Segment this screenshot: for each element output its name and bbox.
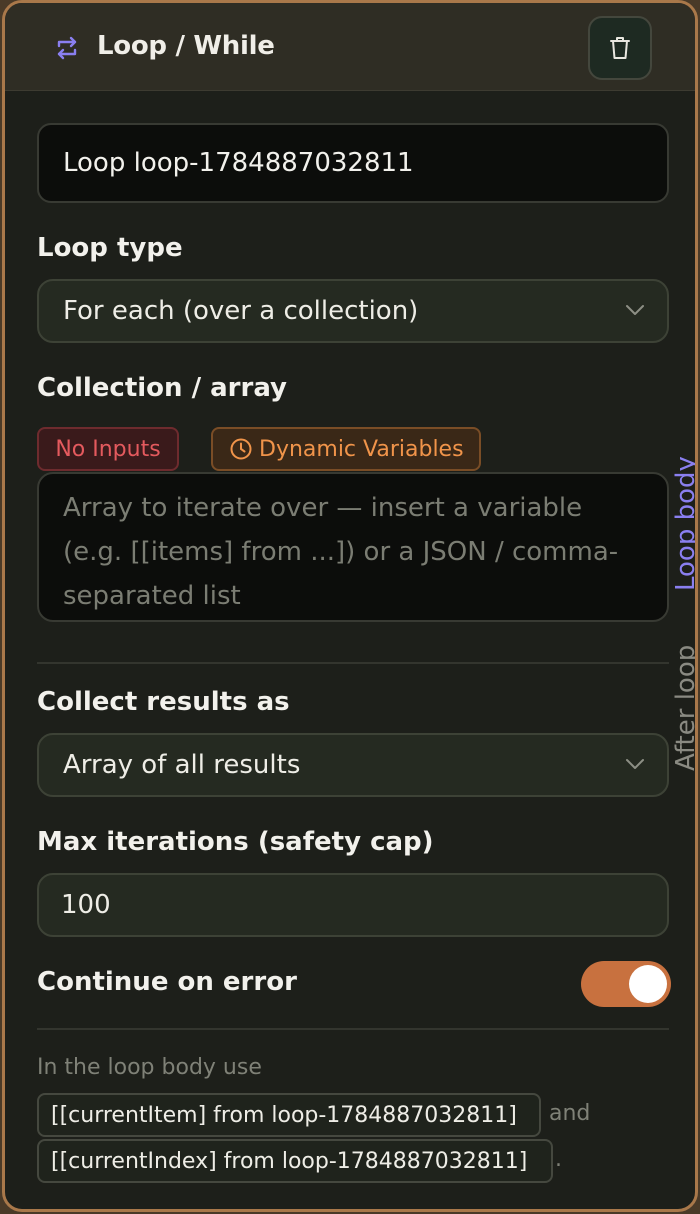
chevron-down-icon xyxy=(626,759,644,769)
collect-results-select[interactable]: Array of all results xyxy=(37,733,669,797)
loop-body-hint: In the loop body use xyxy=(37,1055,262,1080)
tab-after-loop[interactable]: After loop xyxy=(671,637,695,771)
chevron-down-icon xyxy=(626,305,644,315)
loop-type-select[interactable]: For each (over a collection) xyxy=(37,279,669,343)
collect-results-value: Array of all results xyxy=(63,750,301,780)
hint-and-text: and xyxy=(549,1101,591,1126)
loop-type-label: Loop type xyxy=(37,233,183,263)
loop-arrows-icon xyxy=(57,36,77,60)
tab-loop-body[interactable]: Loop body xyxy=(671,449,695,591)
node-name-input[interactable]: Loop loop-1784887032811 xyxy=(37,123,669,203)
max-iterations-input[interactable]: 100 xyxy=(37,873,669,937)
collection-textarea[interactable]: Array to iterate over — insert a variabl… xyxy=(37,472,669,622)
toggle-knob xyxy=(629,965,667,1003)
hint-period-text: . xyxy=(555,1147,562,1172)
current-index-variable[interactable]: [[currentIndex] from loop-1784887032811] xyxy=(37,1139,553,1183)
collect-results-label: Collect results as xyxy=(37,687,290,717)
dynamic-variables-button[interactable]: Dynamic Variables xyxy=(211,427,481,471)
loop-type-value: For each (over a collection) xyxy=(63,296,419,326)
dynamic-variables-label: Dynamic Variables xyxy=(259,436,464,462)
panel-title: Loop / While xyxy=(97,31,275,61)
clock-icon xyxy=(230,438,252,460)
continue-on-error-toggle[interactable] xyxy=(581,961,671,1007)
continue-on-error-label: Continue on error xyxy=(37,967,297,997)
current-item-variable[interactable]: [[currentItem] from loop-1784887032811] xyxy=(37,1093,541,1137)
section-divider xyxy=(37,1028,669,1030)
section-divider xyxy=(37,662,669,664)
collection-label: Collection / array xyxy=(37,373,288,403)
no-inputs-badge[interactable]: No Inputs xyxy=(37,427,179,471)
trash-icon xyxy=(610,37,630,59)
delete-node-button[interactable] xyxy=(588,16,652,80)
max-iterations-label: Max iterations (safety cap) xyxy=(37,827,434,857)
panel-header: Loop / While xyxy=(5,3,695,91)
loop-node-panel: Loop / While Loop loop-1784887032811 Loo… xyxy=(2,0,698,1212)
